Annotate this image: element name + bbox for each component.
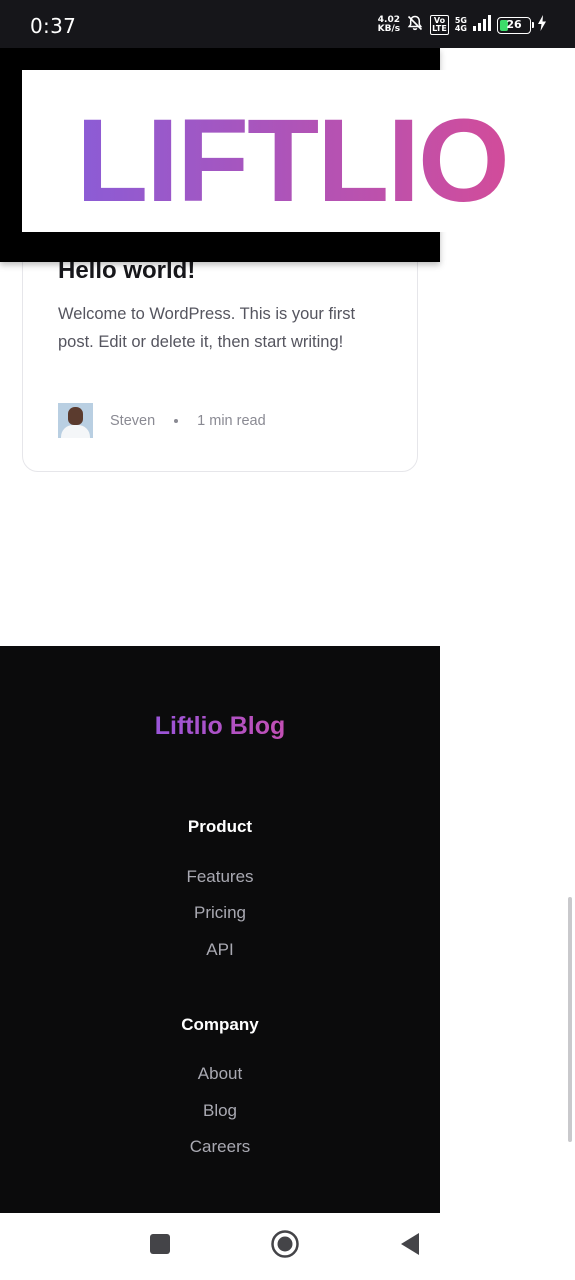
- signal-icon: [473, 14, 491, 36]
- site-logo[interactable]: LIFTLIO: [22, 70, 575, 232]
- footer-link-blog[interactable]: Blog: [0, 1101, 440, 1121]
- home-icon: [270, 1229, 300, 1264]
- author-avatar[interactable]: [58, 403, 93, 438]
- post-meta: Steven 1 min read: [58, 403, 266, 438]
- footer-link-careers[interactable]: Careers: [0, 1137, 440, 1157]
- battery-icon: 26: [497, 16, 534, 34]
- footer-brand[interactable]: Liftlio Blog: [0, 712, 440, 741]
- volte-badge: Vo LTE: [430, 15, 449, 35]
- status-time: 0:37: [30, 14, 77, 38]
- meta-separator-dot: [174, 418, 179, 423]
- charging-icon: [537, 14, 547, 36]
- bell-off-icon: [406, 14, 424, 37]
- back-icon: [399, 1232, 421, 1261]
- recents-icon: [149, 1233, 171, 1260]
- network-gen: 5G 4G: [455, 17, 467, 33]
- network-gen-bottom: 4G: [454, 24, 467, 33]
- post-excerpt: Welcome to WordPress. This is your first…: [58, 305, 356, 351]
- footer-heading-company: Company: [181, 1015, 259, 1034]
- net-speed-unit: KB/s: [377, 24, 401, 34]
- recents-button[interactable]: [130, 1213, 190, 1280]
- page-scrollbar[interactable]: [568, 897, 572, 1142]
- post-card[interactable]: Hello world! Welcome to WordPress. This …: [22, 228, 418, 472]
- footer-link-features[interactable]: Features: [0, 867, 440, 887]
- avatar-face: [68, 407, 83, 425]
- footer-link-api[interactable]: API: [0, 940, 440, 960]
- logo-text: LIFTLIO: [76, 95, 508, 227]
- net-speed-indicator: 4.02 KB/s: [378, 16, 400, 34]
- volte-bottom: LTE: [432, 24, 447, 33]
- footer-link-about[interactable]: About: [0, 1064, 440, 1084]
- system-nav-bar: [0, 1213, 575, 1280]
- status-bar: 0:37 4.02 KB/s Vo LTE 5G 4G 26: [0, 0, 575, 48]
- home-button[interactable]: [255, 1213, 315, 1280]
- footer-heading-product: Product: [187, 817, 253, 836]
- avatar-body: [61, 425, 90, 438]
- logo-wordmark: LIFTLIO: [76, 95, 510, 227]
- back-button[interactable]: [380, 1213, 440, 1280]
- page-content: Hello world! Welcome to WordPress. This …: [0, 48, 575, 1213]
- post-read-time: 1 min read: [197, 412, 266, 429]
- post-author[interactable]: Steven: [110, 413, 155, 429]
- status-icons: 4.02 KB/s Vo LTE 5G 4G 26: [378, 12, 547, 38]
- footer-brand-text: Liftlio Blog: [154, 712, 286, 740]
- battery-level: 26: [506, 18, 522, 31]
- site-footer: Liftlio Blog Product Features Pricing AP…: [0, 646, 440, 1213]
- footer-link-pricing[interactable]: Pricing: [0, 903, 440, 923]
